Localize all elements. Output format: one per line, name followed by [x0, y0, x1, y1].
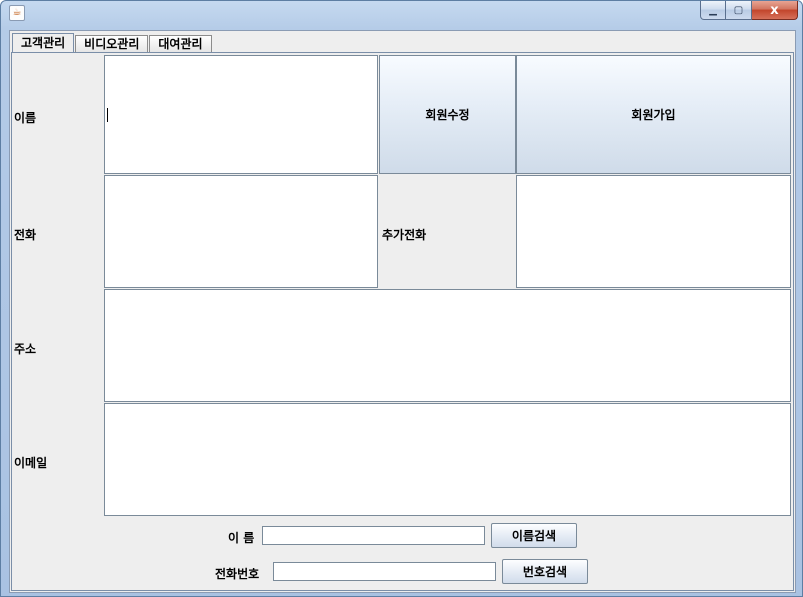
customer-panel: 이름 회원수정 회원가입 전화 추가전화 주소 이메일 이 름 이름검색 전화번… [11, 52, 794, 591]
address-field[interactable] [104, 289, 791, 402]
minimize-icon: ▁ [709, 4, 717, 16]
email-label: 이메일 [14, 456, 48, 470]
close-button[interactable]: x [752, 1, 798, 20]
search-phone-label: 전화번호 [215, 567, 260, 581]
name-label: 이름 [14, 111, 37, 125]
email-field[interactable] [104, 403, 791, 516]
minimize-button[interactable]: ▁ [700, 1, 726, 20]
search-name-input[interactable] [262, 526, 485, 545]
tab-strip: 고객관리 비디오관리 대여관리 [12, 33, 213, 53]
search-phone-input[interactable] [273, 562, 496, 581]
tab-customer-management[interactable]: 고객관리 [12, 33, 75, 53]
search-name-button[interactable]: 이름검색 [491, 523, 577, 548]
extra-phone-label: 추가전화 [382, 228, 427, 242]
address-label: 주소 [14, 342, 37, 356]
client-area: 고객관리 비디오관리 대여관리 이름 회원수정 회원가입 전화 추가전화 주소 [9, 30, 796, 593]
text-caret [107, 108, 108, 122]
join-member-button[interactable]: 회원가입 [516, 55, 791, 174]
search-phone-button[interactable]: 번호검색 [502, 559, 588, 584]
title-bar[interactable]: ☕ ▁ ▢ x [1, 1, 802, 23]
extra-phone-field[interactable] [516, 175, 791, 288]
app-window: ☕ ▁ ▢ x 고객관리 비디오관리 대여관리 이름 회원수정 회원가입 전화 … [0, 0, 803, 597]
search-name-label: 이 름 [228, 531, 255, 545]
tab-video-management[interactable]: 비디오관리 [75, 35, 149, 53]
phone-field[interactable] [104, 175, 378, 288]
name-field[interactable] [104, 55, 378, 174]
phone-label: 전화 [14, 228, 37, 242]
tab-rental-management[interactable]: 대여관리 [149, 35, 212, 53]
maximize-button[interactable]: ▢ [726, 1, 752, 20]
window-controls: ▁ ▢ x [700, 1, 798, 20]
java-icon[interactable]: ☕ [9, 5, 25, 21]
edit-member-button[interactable]: 회원수정 [379, 55, 516, 174]
maximize-icon: ▢ [733, 4, 744, 16]
close-icon: x [770, 2, 779, 18]
